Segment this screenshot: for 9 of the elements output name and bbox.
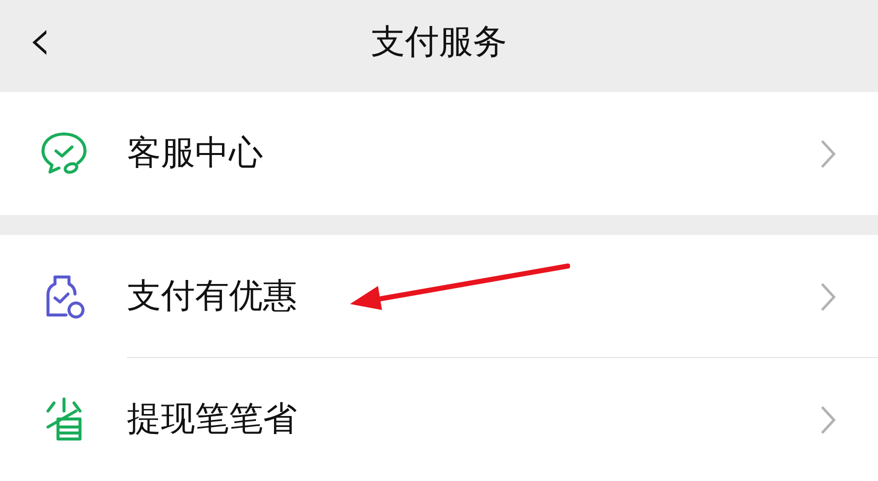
menu-label: 支付有优惠 — [127, 275, 297, 318]
chevron-icon — [820, 404, 836, 434]
chevron-icon — [820, 138, 836, 168]
chevron-icon — [820, 282, 836, 312]
menu-label: 客服中心 — [127, 132, 263, 175]
back-button[interactable]: ‹ — [28, 10, 52, 70]
menu-label: 提现笔笔省 — [127, 398, 297, 441]
page-title: 支付服务 — [371, 20, 507, 64]
chat-check-icon — [40, 130, 88, 176]
